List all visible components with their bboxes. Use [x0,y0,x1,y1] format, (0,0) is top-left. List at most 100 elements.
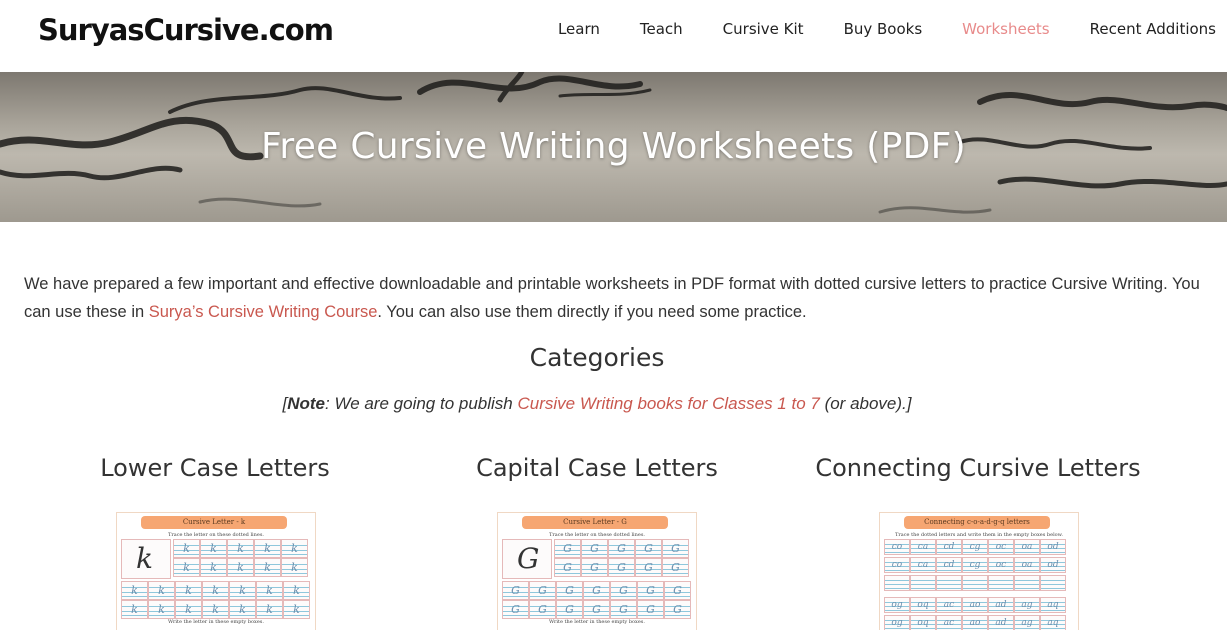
dotted-letter: G [563,561,572,574]
dotted-letter: k [158,584,165,597]
category-capital-case-title[interactable]: Capital Case Letters [427,454,767,482]
worksheet-instruction: Trace the letter on these dotted lines. [549,532,645,538]
dotted-letter: G [565,584,574,597]
nav-worksheets[interactable]: Worksheets [962,20,1049,38]
main-nav: Learn Teach Cursive Kit Buy Books Worksh… [518,0,1216,58]
guide-line [911,584,935,585]
nav-buy-books[interactable]: Buy Books [844,20,923,38]
guide-line [885,588,909,589]
practice-cell: k [281,539,308,558]
cursive-course-link[interactable]: Surya’s Cursive Writing Course [149,303,378,321]
guide-line [963,588,987,589]
practice-cell: k [121,600,148,619]
category-lower-case-title[interactable]: Lower Case Letters [45,454,385,482]
dotted-letter: G [538,584,547,597]
dotted-letter: G [592,603,601,616]
note-body: : We are going to publish [325,394,518,413]
category-connecting-title[interactable]: Connecting Cursive Letters [808,454,1148,482]
practice-cell: G [529,600,556,619]
practice-cell: k [227,539,254,558]
nav-cursive-kit[interactable]: Cursive Kit [723,20,804,38]
dotted-letter: ao [969,600,981,610]
practice-cell: G [610,600,637,619]
practice-cell: G [581,558,608,577]
dotted-letter: ca [917,560,929,570]
practice-cell: ca [910,557,936,573]
dotted-letter: ac [943,618,955,628]
dotted-letter: co [891,560,903,570]
dotted-letter: oc [995,560,1007,570]
practice-cell: oa [1014,539,1040,555]
practice-cell: k [202,600,229,619]
guide-line [989,584,1013,585]
guide-line [911,580,935,581]
intro-text-after: . You can also use them directly if you … [377,303,807,321]
example-box: G [502,539,552,579]
worksheet-title: Cursive Letter - G [522,516,668,529]
practice-cell: k [148,581,175,600]
practice-cell: aq [1040,597,1066,613]
guide-line [1015,588,1039,589]
practice-cell: oc [988,539,1014,555]
dotted-letter: G [511,584,520,597]
cursive-books-link[interactable]: Cursive Writing books for Classes 1 to 7 [518,394,820,413]
guide-line [937,588,961,589]
worksheet-bottom-instruction: Write the letter in these empty boxes. [168,619,264,625]
dotted-letter: k [131,584,138,597]
dotted-letter: k [291,561,298,574]
example-letter: G [517,542,540,575]
dotted-letter: G [673,603,682,616]
lower-case-worksheet-thumbnail[interactable]: Cursive Letter - k Trace the letter on t… [116,512,316,630]
connecting-letters-worksheet-thumbnail[interactable]: Connecting c-o-a-d-g-q letters Trace the… [879,512,1079,630]
dotted-letter: od [1047,560,1059,570]
practice-cell: k [283,600,310,619]
dotted-letter: k [266,603,273,616]
practice-cell [884,575,910,591]
practice-cell: ad [988,597,1014,613]
practice-cell: k [173,539,200,558]
practice-cell: oa [1014,557,1040,573]
guide-line [937,580,961,581]
practice-cell: G [608,558,635,577]
practice-cell: og [884,615,910,630]
dotted-letter: G [644,561,653,574]
dotted-letter: k [131,603,138,616]
dotted-letter: G [592,584,601,597]
dotted-letter: ad [995,618,1007,628]
dotted-letter: k [291,542,298,555]
dotted-letter: cd [943,560,955,570]
categories-heading: Categories [529,343,665,372]
practice-cell: oq [910,615,936,630]
dotted-letter: co [891,542,903,552]
practice-cell: G [554,558,581,577]
capital-case-worksheet-thumbnail[interactable]: Cursive Letter - G Trace the letter on t… [497,512,697,630]
dotted-letter: oq [917,618,929,628]
guide-line [911,588,935,589]
hero-banner: Free Cursive Writing Worksheets (PDF) [0,72,1227,222]
guide-line [1041,584,1065,585]
practice-cell [1040,575,1066,591]
practice-cell: k [254,539,281,558]
dotted-letter: od [1047,542,1059,552]
dotted-letter: og [891,618,903,628]
dotted-letter: ag [1021,600,1033,610]
guide-line [1041,580,1065,581]
dotted-letter: k [210,561,217,574]
worksheet-instruction: Trace the dotted letters and write them … [895,532,1063,538]
dotted-letter: k [266,584,273,597]
guide-line [937,584,961,585]
guide-line [885,584,909,585]
practice-cell: co [884,557,910,573]
nav-recent-additions[interactable]: Recent Additions [1090,20,1216,38]
practice-cell: co [884,539,910,555]
practice-cell: cd [936,557,962,573]
guide-line [1041,588,1065,589]
site-logo[interactable]: SuryasCursive.com [38,10,334,50]
practice-cell: k [281,558,308,577]
practice-cell: G [529,581,556,600]
nav-teach[interactable]: Teach [640,20,683,38]
dotted-letter: ad [995,600,1007,610]
nav-learn[interactable]: Learn [558,20,600,38]
practice-cell: G [502,581,529,600]
practice-cell: k [256,581,283,600]
